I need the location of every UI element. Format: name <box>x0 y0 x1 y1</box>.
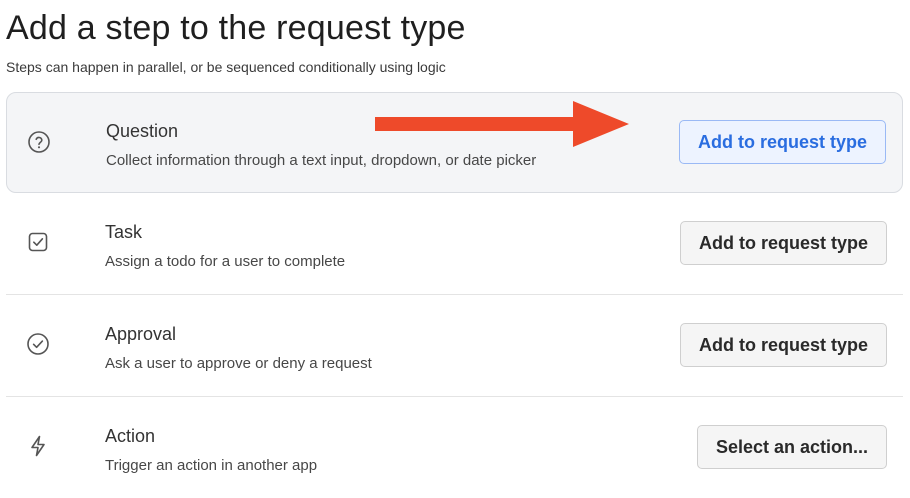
step-title: Action <box>105 426 156 446</box>
step-description: Trigger an action in another app <box>105 457 318 474</box>
page-title: Add a step to the request type <box>6 9 466 47</box>
step-title: Task <box>105 222 143 242</box>
add-approval-button[interactable]: Add to request type <box>679 323 887 367</box>
step-row-approval: Approval Ask a user to approve or deny a… <box>6 295 903 397</box>
step-title: Approval <box>105 324 177 344</box>
step-list: Question Collect information through a t… <box>6 92 903 498</box>
check-circle-icon <box>25 331 51 357</box>
step-text: Action Trigger an action in another app <box>105 425 317 476</box>
step-description: Ask a user to approve or deny a request <box>105 355 372 372</box>
page-subtitle: Steps can happen in parallel, or be sequ… <box>6 59 446 75</box>
select-action-button[interactable]: Select an action... <box>696 425 887 469</box>
add-task-button[interactable]: Add to request type <box>679 221 887 265</box>
step-text: Approval Ask a user to approve or deny a… <box>105 323 372 374</box>
checkbox-icon <box>25 229 51 255</box>
step-text: Task Assign a todo for a user to complet… <box>105 221 345 272</box>
step-row-task: Task Assign a todo for a user to complet… <box>6 193 903 295</box>
lightning-bolt-icon <box>25 433 51 459</box>
step-description: Collect information through a text input… <box>106 152 537 169</box>
add-question-button[interactable]: Add to request type <box>678 120 886 164</box>
annotation-arrow-icon <box>375 101 629 147</box>
step-description: Assign a todo for a user to complete <box>105 253 346 270</box>
question-circle-icon <box>26 129 52 155</box>
